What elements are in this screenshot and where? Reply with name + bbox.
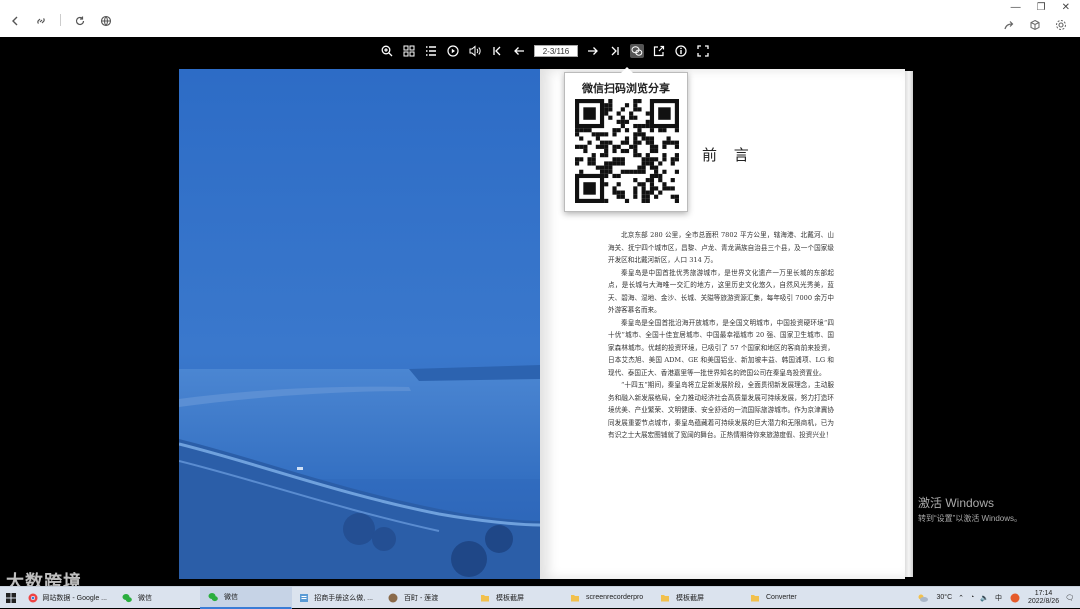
paragraph: 秦皇岛是全国首批沿海开放城市，是全国文明城市，中国投资硬环境“四十优”城市、全国… xyxy=(608,318,834,377)
folder-icon xyxy=(658,591,672,605)
clock[interactable]: 17:14 2022/8/26 xyxy=(1028,590,1059,606)
taskbar-label: 网站数据 - Google ... xyxy=(42,594,107,602)
export-icon[interactable] xyxy=(652,44,666,58)
taskbar-label: 招商手册这么做, ... xyxy=(314,594,373,602)
avatar-icon xyxy=(386,591,400,605)
restore-icon[interactable]: ❐ xyxy=(1037,2,1046,13)
taskbar-label: 百町 - 莲渡 xyxy=(404,594,439,602)
share-icons xyxy=(1002,18,1068,32)
paragraph: 北京东部 280 公里，全市总面积 7802 平方公里，辖海港、北戴河、山海关、… xyxy=(608,231,834,264)
temperature[interactable]: 30°C xyxy=(936,594,952,601)
top-bar: — ❐ ✕ xyxy=(0,0,1080,37)
taskbar: 网站数据 - Google ... 微信 微信 招商手册这么做, ... 百町 … xyxy=(0,586,1080,609)
wechat-share-icon[interactable] xyxy=(630,44,644,58)
taskbar-label: Converter xyxy=(766,594,797,601)
settings-icon[interactable] xyxy=(1054,18,1068,32)
paragraph: “十四五”期间，秦皇岛将立足新发展阶段，全面贯彻新发展理念，主动服务和融入新发展… xyxy=(608,381,834,439)
watermark-line1: 激活 Windows xyxy=(918,496,995,510)
popup-arrow xyxy=(621,67,633,73)
weather-icon[interactable] xyxy=(916,591,930,605)
share-icon[interactable] xyxy=(1002,18,1016,32)
fullscreen-icon[interactable] xyxy=(696,44,710,58)
notes-icon xyxy=(298,591,310,605)
previous-page-icon[interactable] xyxy=(512,44,526,58)
minimize-icon[interactable]: — xyxy=(1011,2,1021,13)
page-number-input[interactable]: 2-3/116 xyxy=(534,45,578,57)
taskbar-label: 微信 xyxy=(224,593,238,601)
taskbar-item-notes[interactable]: 招商手册这么做, ... xyxy=(292,587,380,609)
ime-indicator[interactable]: 中 xyxy=(995,593,1002,603)
page-body: 北京东部 280 公里，全市总面积 7802 平方公里，辖海港、北戴河、山海关、… xyxy=(608,229,834,442)
next-page-icon[interactable] xyxy=(586,44,600,58)
notification-icon[interactable]: 🗨 xyxy=(1065,594,1074,602)
taskbar-label: 模板截屏 xyxy=(496,594,524,602)
taskbar-item-folder-3[interactable]: 模板截屏 xyxy=(652,587,742,609)
taskbar-label: 模板截屏 xyxy=(676,594,704,602)
taskbar-item-folder-2[interactable]: screenrecorderpro xyxy=(562,587,652,609)
watermark-line2: 转到“设置”以激活 Windows。 xyxy=(918,514,1023,523)
network-icon[interactable]: ◔ xyxy=(970,594,974,601)
chevron-up-icon[interactable]: ⌃ xyxy=(958,594,964,602)
thumbnails-icon[interactable] xyxy=(402,44,416,58)
taskbar-item-folder-1[interactable]: 模板截屏 xyxy=(472,587,562,609)
windows-icon xyxy=(6,592,16,603)
first-page-icon[interactable] xyxy=(490,44,504,58)
taskbar-item-wechat-2[interactable]: 微信 xyxy=(200,586,292,609)
activation-watermark: 激活 Windows 转到“设置”以激活 Windows。 xyxy=(918,494,1022,524)
wechat-icon xyxy=(120,591,134,605)
autoplay-icon[interactable] xyxy=(446,44,460,58)
chrome-icon xyxy=(28,591,38,605)
wechat-icon xyxy=(206,590,220,604)
book-edge xyxy=(905,71,913,577)
refresh-icon[interactable] xyxy=(73,14,87,28)
divider xyxy=(60,14,61,26)
link-icon[interactable] xyxy=(34,14,48,28)
taskbar-item-wechat[interactable]: 微信 xyxy=(114,587,200,609)
antivirus-icon[interactable] xyxy=(1008,591,1022,605)
qr-title: 微信扫码浏览分享 xyxy=(582,83,670,95)
globe-icon[interactable] xyxy=(99,14,113,28)
window-controls: — ❐ ✕ xyxy=(1011,2,1070,13)
taskbar-label: screenrecorderpro xyxy=(586,594,644,601)
last-page-icon[interactable] xyxy=(608,44,622,58)
close-icon[interactable]: ✕ xyxy=(1062,2,1070,13)
page-title: 前 言 xyxy=(702,146,755,164)
folder-icon xyxy=(478,591,492,605)
taskbar-item-folder-4[interactable]: Converter xyxy=(742,587,832,609)
nav-group xyxy=(8,14,113,28)
info-icon[interactable] xyxy=(674,44,688,58)
clock-date: 2022/8/26 xyxy=(1027,597,1060,605)
qr-code xyxy=(575,99,679,203)
table-of-contents-icon[interactable] xyxy=(424,44,438,58)
folder-icon xyxy=(748,591,762,605)
cube-icon[interactable] xyxy=(1028,18,1042,32)
taskbar-item-chrome[interactable]: 网站数据 - Google ... xyxy=(22,587,114,609)
folder-icon xyxy=(568,591,582,605)
taskbar-item-browser[interactable]: 百町 - 莲渡 xyxy=(380,587,472,609)
back-icon[interactable] xyxy=(8,14,22,28)
wechat-qr-popup: 微信扫码浏览分享 xyxy=(564,67,688,212)
paragraph: 秦皇岛是中国首批优秀旅游城市，是世界文化遗产一万里长城的东部起点，是长城与大海唯… xyxy=(608,268,834,315)
left-page-photo[interactable] xyxy=(179,69,540,579)
sound-icon[interactable] xyxy=(468,44,482,58)
start-button[interactable] xyxy=(0,587,22,609)
viewer-toolbar: 2-3/116 xyxy=(380,42,710,60)
system-tray: 30°C ⌃ ◔ 🔈 中 17:14 2022/8/26 🗨 xyxy=(916,590,1080,606)
taskbar-label: 微信 xyxy=(138,594,152,602)
clock-time: 17:14 xyxy=(1034,589,1053,597)
zoom-in-icon[interactable] xyxy=(380,44,394,58)
volume-icon[interactable]: 🔈 xyxy=(980,594,989,602)
